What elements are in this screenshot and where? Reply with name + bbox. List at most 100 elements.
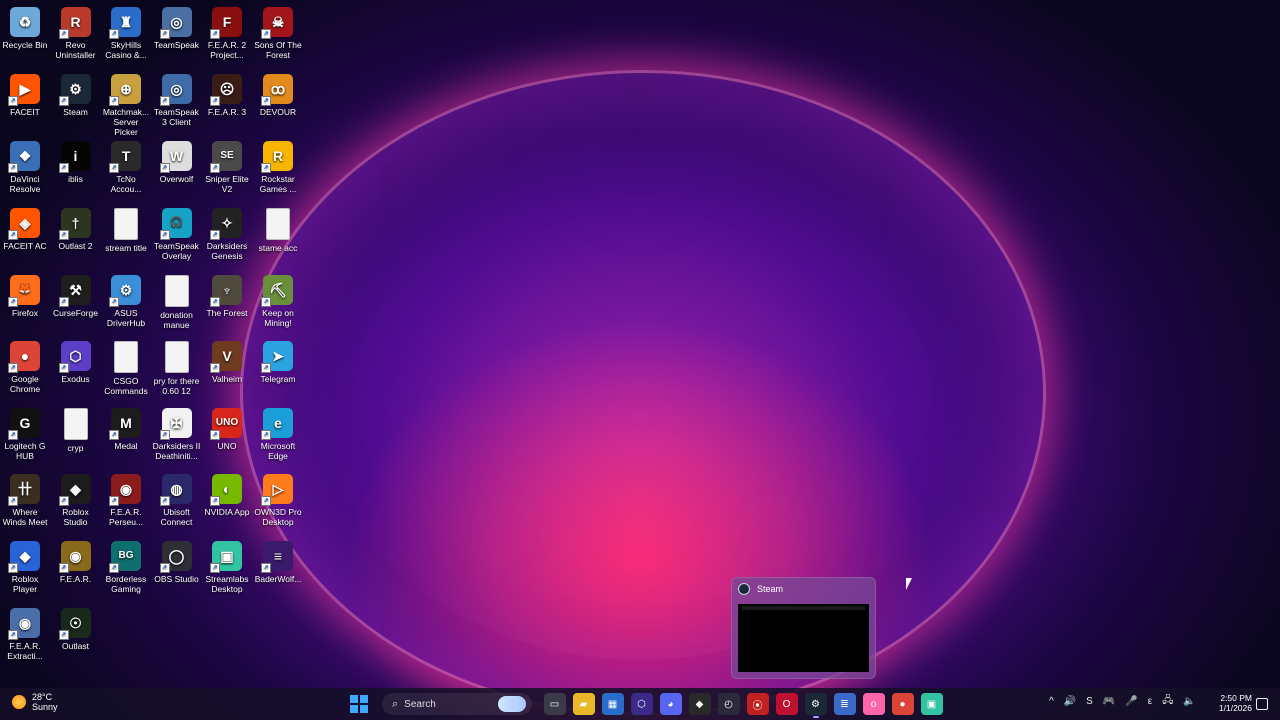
desktop-icon-the-forest[interactable]: ♆ ↗ The Forest: [202, 272, 252, 318]
desktop-icon-f-e-a-r[interactable]: ◉ ↗ F.E.A.R.: [51, 538, 101, 584]
desktop-icon-label: pry for there 0.60 12: [153, 376, 200, 396]
desktop-icon-stame-acc[interactable]: stame acc: [253, 205, 303, 253]
desktop-icon-ubisoft-connect[interactable]: ◍ ↗ Ubisoft Connect: [152, 471, 202, 527]
taskbar-streamlabs-icon[interactable]: ▣: [920, 693, 943, 715]
taskbar-clock-app-icon[interactable]: ◴: [717, 693, 740, 715]
taskbar-opera-icon[interactable]: O: [775, 693, 798, 715]
desktop-icon-f-e-a-r-extracti[interactable]: ◉ ↗ F.E.A.R. Extracti...: [0, 605, 50, 661]
shortcut-arrow-icon: ↗: [109, 297, 119, 307]
desktop-icon-exodus[interactable]: ⬡ ↗ Exodus: [51, 338, 101, 384]
desktop-icon-devour[interactable]: ꝏ ↗ DEVOUR: [253, 71, 303, 117]
desktop-icon-medal[interactable]: M ↗ Medal: [101, 405, 151, 451]
desktop-icon-sniper-elite-v2[interactable]: SE ↗ Sniper Elite V2: [202, 138, 252, 194]
desktop-icon-teamspeak-overlay[interactable]: 🎧 ↗ TeamSpeak Overlay: [152, 205, 202, 261]
desktop-icon-logitech-g-hub[interactable]: G ↗ Logitech G HUB: [0, 405, 50, 461]
desktop-icon-borderless-gaming[interactable]: BG ↗ Borderless Gaming: [101, 538, 151, 594]
desktop-icon-recycle-bin[interactable]: ♻ Recycle Bin: [0, 4, 50, 50]
desktop-icon-valheim[interactable]: V ↗ Valheim: [202, 338, 252, 384]
shortcut-arrow-icon: ↗: [58, 96, 69, 106]
devour-icon: ꝏ ↗: [261, 74, 293, 106]
desktop-icon-cryp[interactable]: cryp: [51, 405, 101, 453]
desktop-icon-darksiders-genesis[interactable]: ✧ ↗ Darksiders Genesis: [202, 205, 252, 261]
valheim-icon: V ↗: [210, 341, 242, 373]
taskbar-task-view-icon[interactable]: ▭: [543, 693, 566, 715]
notification-icon[interactable]: [1256, 698, 1268, 710]
shortcut-arrow-icon: ↗: [8, 297, 18, 307]
microphone-icon[interactable]: 🎤: [1125, 696, 1137, 707]
desktop-icon-obs-studio[interactable]: ◯ ↗ OBS Studio: [152, 538, 202, 584]
steam-thumbnail-preview[interactable]: Steam: [731, 577, 876, 679]
desktop-icon-pry-for-there-0-60-12[interactable]: pry for there 0.60 12: [152, 338, 202, 396]
desktop-icon-microsoft-edge[interactable]: e ↗ Microsoft Edge: [253, 405, 303, 461]
desktop-icon-sons-of-the-forest[interactable]: ☠ ↗ Sons Of The Forest: [253, 4, 303, 60]
desktop-icon-revo-uninstaller[interactable]: R ↗ Revo Uninstaller: [51, 4, 101, 60]
desktop-icon-baderwolf[interactable]: ≡ ↗ BaderWolf...: [253, 538, 303, 584]
volume-icon[interactable]: 🔊: [1064, 696, 1076, 707]
taskbar-aim-app-icon[interactable]: ⦿: [746, 693, 769, 715]
desktop-icon-davinci-resolve[interactable]: ❖ ↗ DaVinci Resolve: [0, 138, 50, 194]
clock[interactable]: 2:50 PM 1/1/2026: [1210, 693, 1252, 713]
taskbar-discord-icon[interactable]: ◕: [659, 693, 682, 715]
taskbar-steam-icon[interactable]: ⚙: [804, 693, 827, 718]
desktop-icon-outlast[interactable]: ☉ ↗ Outlast: [51, 605, 101, 651]
desktop-icon-keep-on-mining[interactable]: ⛏ ↗ Keep on Mining!: [253, 272, 303, 328]
desktop-icon-skyhills-casino[interactable]: ♜ ↗ SkyHills Casino &...: [101, 4, 151, 60]
desktop-icon-streamlabs-desktop[interactable]: ▣ ↗ Streamlabs Desktop: [202, 538, 252, 594]
start-button[interactable]: [350, 695, 368, 713]
weather-widget[interactable]: 28°C Sunny: [12, 692, 58, 712]
desktop-icon-faceit-ac[interactable]: ◈ ↗ FACEIT AC: [0, 205, 50, 251]
desktop-icon-label: Streamlabs Desktop: [205, 574, 249, 594]
desktop-icon-faceit[interactable]: ▶ ↗ FACEIT: [0, 71, 50, 117]
desktop-icon-curseforge[interactable]: ⚒ ↗ CurseForge: [51, 272, 101, 318]
desktop-icon-tcno-accou[interactable]: T ↗ TcNo Accou...: [101, 138, 151, 194]
taskbar-nvidia-icon[interactable]: ◆: [688, 693, 711, 715]
desktop-icon-matchmak-server-picker[interactable]: ⊕ ↗ Matchmak... Server Picker: [101, 71, 151, 137]
desktop-icon-roblox-studio[interactable]: ◆ ↗ Roblox Studio: [51, 471, 101, 527]
taskbar-microsoft-store-icon[interactable]: ▦: [601, 693, 624, 715]
desktop-icon-stream-title[interactable]: stream title: [101, 205, 151, 253]
desktop-icon-label: Logitech G HUB: [4, 441, 46, 461]
desktop-icon-where-winds-meet[interactable]: 卄 ↗ Where Winds Meet: [0, 471, 50, 527]
desktop-icon-telegram[interactable]: ➤ ↗ Telegram: [253, 338, 303, 384]
taskbar-exodus-icon[interactable]: ⬡: [630, 693, 653, 715]
desktop-icon-label: Telegram: [260, 374, 296, 384]
desktop-icon-f-e-a-r-perseu[interactable]: ◉ ↗ F.E.A.R. Perseu...: [101, 471, 151, 527]
desktop-icon-teamspeak[interactable]: ◎ ↗ TeamSpeak: [152, 4, 202, 50]
desktop-icon-overwolf[interactable]: W ↗ Overwolf: [152, 138, 202, 184]
search-box[interactable]: ⌕ Search: [382, 693, 532, 715]
desktop-icon-donation-manue[interactable]: donation manue: [152, 272, 202, 330]
network-icon[interactable]: 🖧: [1162, 693, 1173, 710]
desktop-icon-csgo-commands[interactable]: CSGO Commands: [101, 338, 151, 396]
shortcut-arrow-icon: ↗: [8, 163, 18, 173]
shortcut-arrow-icon: ↗: [210, 163, 220, 173]
desktop-icon-nvidia-app[interactable]: ◐ ↗ NVIDIA App: [202, 471, 252, 517]
taskbar-chrome-icon[interactable]: ●: [891, 693, 914, 715]
the-forest-icon: ♆ ↗: [210, 275, 242, 307]
speaker-icon[interactable]: 🔈: [1183, 696, 1195, 707]
desktop-icon-google-chrome[interactable]: ● ↗ Google Chrome: [0, 338, 50, 394]
taskbar-osu-icon[interactable]: o: [862, 693, 885, 715]
desktop-icon-roblox-player[interactable]: ◆ ↗ Roblox Player: [0, 538, 50, 594]
desktop-icon-firefox[interactable]: 🦊 ↗ Firefox: [0, 272, 50, 318]
desktop-icon-asus-driverhub[interactable]: ⚙ ↗ ASUS DriverHub: [101, 272, 151, 328]
taskbar-notepad-icon[interactable]: ≣: [833, 693, 856, 715]
language-icon[interactable]: ε: [1148, 696, 1152, 707]
desktop-icon-label: Overwolf: [159, 174, 194, 184]
desktop-icon-own3d-pro-desktop[interactable]: ▷ ↗ OWN3D Pro Desktop: [253, 471, 303, 527]
desktop-icon-iblis[interactable]: i ↗ iblis: [51, 138, 101, 184]
desktop-icon-uno[interactable]: UNO ↗ UNO: [202, 405, 252, 451]
desktop-icon-f-e-a-r-2-project[interactable]: F ↗ F.E.A.R. 2 Project...: [202, 4, 252, 60]
preview-window[interactable]: [738, 604, 869, 672]
desktop-icon-teamspeak-3-client[interactable]: ◎ ↗ TeamSpeak 3 Client: [152, 71, 202, 127]
taskbar: 28°C Sunny ⌕ Search ▭ ▰ ▦ ⬡ ◕ ◆ ◴ ⦿ O ⚙ ≣ o ● ▣ ^ 🔊 S 🎮 🎤…: [0, 688, 1280, 720]
desktop-icon-darksiders-ii-deathiniti[interactable]: ✠ ↗ Darksiders II Deathiniti...: [152, 405, 202, 461]
controller-icon[interactable]: 🎮: [1103, 696, 1115, 707]
taskbar-file-explorer-icon[interactable]: ▰: [572, 693, 595, 715]
desktop-icon-f-e-a-r-3[interactable]: ☹ ↗ F.E.A.R. 3: [202, 71, 252, 117]
desktop-icon-outlast-2[interactable]: † ↗ Outlast 2: [51, 205, 101, 251]
shortcut-arrow-icon: ↗: [109, 96, 119, 106]
desktop-icon-rockstar-games[interactable]: R ↗ Rockstar Games ...: [253, 138, 303, 194]
app-tray-icon[interactable]: S: [1086, 696, 1093, 707]
desktop-icon-steam[interactable]: ⚙ ↗ Steam: [51, 71, 101, 117]
show-hidden-icons[interactable]: ^: [1049, 696, 1054, 707]
